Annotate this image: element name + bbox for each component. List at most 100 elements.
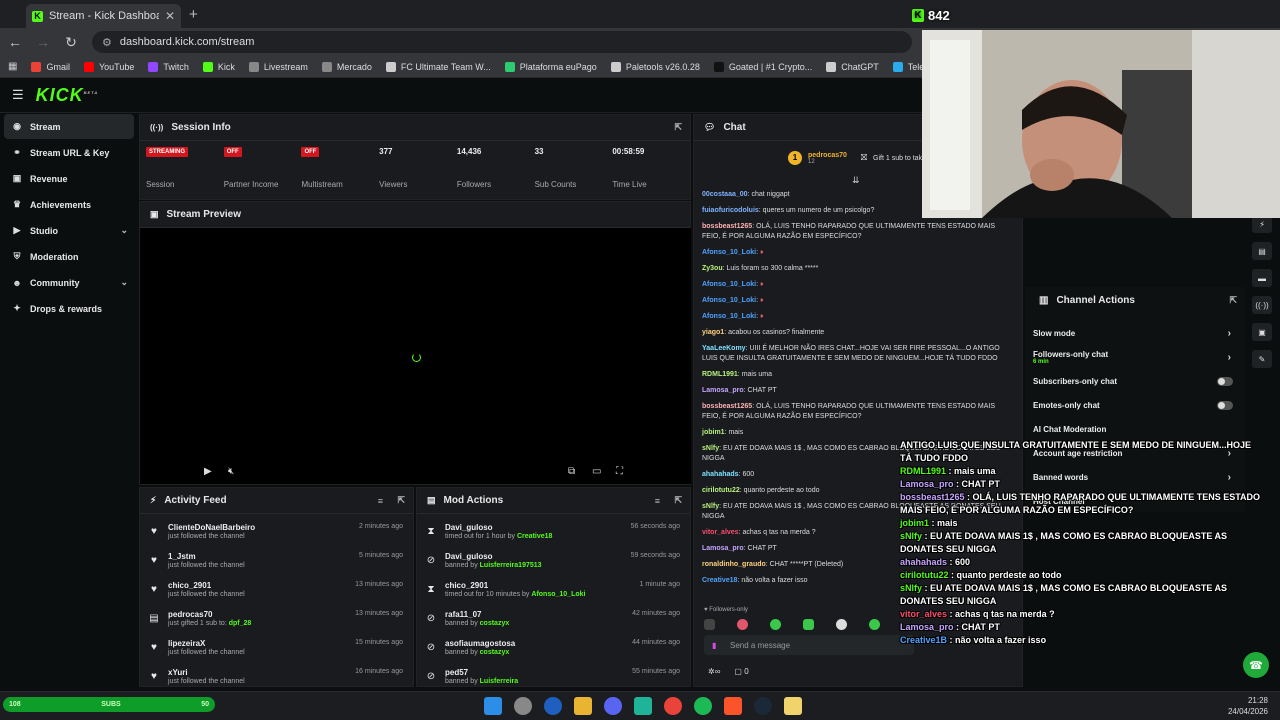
theater-icon[interactable]: ▭ (592, 466, 601, 477)
feed-username[interactable]: Davi_guloso (445, 523, 552, 532)
mic-icon[interactable]: ▮ (712, 641, 716, 650)
emote-icon[interactable] (803, 619, 814, 630)
emote-icon[interactable] (869, 619, 880, 630)
reload-icon[interactable]: ↻ (64, 34, 78, 51)
feed-username[interactable]: rafa11_07 (445, 610, 509, 619)
bookmark-item[interactable]: Paletools v26.0.28 (610, 61, 700, 72)
channel-action-followers-only-chat[interactable]: Followers-only chat 6 min › (1025, 345, 1245, 369)
toggle-switch[interactable] (1217, 400, 1233, 410)
feed-target[interactable]: Creative18 (517, 533, 552, 540)
site-info-icon[interactable]: ⚙ (102, 36, 112, 49)
mute-icon[interactable]: 🔇︎ (228, 466, 234, 477)
popout-icon[interactable]: ⇱ (674, 122, 682, 133)
popout-icon[interactable]: ⇱ (1229, 295, 1237, 306)
emote-icon[interactable] (737, 619, 748, 630)
bookmark-item[interactable]: FC Ultimate Team W... (385, 61, 491, 72)
chat-username[interactable]: bossbeast1265 (702, 223, 752, 230)
chat-username[interactable]: 00costaaa_00 (702, 191, 748, 198)
bookmark-item[interactable]: Plataforma euPago (504, 61, 597, 72)
chat-username[interactable]: Lamosa_pro (702, 387, 744, 394)
sidebar-item-stream[interactable]: ◉ Stream (4, 114, 134, 139)
bookmark-item[interactable]: Mercado (321, 61, 372, 72)
feed-username[interactable]: chico_2901 (445, 581, 585, 590)
app-icon[interactable] (784, 697, 802, 715)
bookmark-item[interactable]: Gmail (31, 61, 70, 72)
sidebar-item-achievements[interactable]: ♛ Achievements (4, 192, 134, 217)
clipboard-icon[interactable]: ▤ (1252, 242, 1272, 260)
sidebar-item-stream-url-key[interactable]: ⚭ Stream URL & Key (4, 140, 134, 165)
bookmark-item[interactable]: ChatGPT (826, 61, 879, 72)
chat-username[interactable]: bossbeast1265 (702, 403, 752, 410)
feed-target[interactable]: costazyx (480, 620, 510, 627)
video-player[interactable]: ▶ 🔇︎ ⧉ ▭ ⛶ (140, 228, 691, 484)
chevron-down-icon[interactable]: ⌄ (120, 225, 128, 236)
chat-username[interactable]: cirilotutu22 (702, 487, 740, 494)
sidebar-item-revenue[interactable]: ▣ Revenue (4, 166, 134, 191)
apps-icon[interactable]: ▦ (8, 61, 17, 72)
bookmark-item[interactable]: Goated | #1 Crypto... (713, 61, 812, 72)
chat-username[interactable]: ronaldinho_graudo (702, 561, 766, 568)
feed-target[interactable]: costazyx (480, 649, 510, 656)
windows-start-icon[interactable] (484, 697, 502, 715)
wrench-icon[interactable]: ✎ (1252, 350, 1272, 368)
chat-username[interactable]: fuiaofuricodoluis (702, 207, 759, 214)
chat-username[interactable]: vitor_alves (702, 529, 739, 536)
discord-icon[interactable] (604, 697, 622, 715)
back-icon[interactable]: ← (8, 34, 22, 50)
new-tab-icon[interactable]: + (189, 6, 198, 23)
bookmark-item[interactable]: Twitch (148, 61, 189, 72)
bookmark-item[interactable]: Livestream (248, 61, 308, 72)
feed-target[interactable]: Luisferreira (480, 678, 519, 685)
emote-icon[interactable] (836, 619, 847, 630)
chat-username[interactable]: RDML1991 (702, 371, 738, 378)
popout-icon[interactable]: ⇱ (674, 495, 682, 506)
app-icon[interactable] (514, 697, 532, 715)
app-icon[interactable] (544, 697, 562, 715)
browser-tab[interactable]: K Stream - Kick Dashboard ✕ (26, 4, 181, 28)
channel-action-ai-chat-moderation[interactable]: AI Chat Moderation (1025, 417, 1245, 441)
chevron-down-icon[interactable]: ⌄ (120, 277, 128, 288)
close-tab-icon[interactable]: ✕ (165, 9, 175, 23)
chat-input[interactable]: ▮ Send a message (704, 635, 914, 655)
scroll-down-icon[interactable]: ⇊ (852, 175, 860, 186)
feed-username[interactable]: ped57 (445, 668, 518, 677)
feed-username[interactable]: xYuri (168, 668, 245, 677)
pinned-gift[interactable]: 1 pedrocas70 12 ⛝ Gift 1 sub to take 2 (788, 151, 932, 165)
chat-username[interactable]: YaaLeeKomy (702, 345, 746, 352)
chat-icon[interactable]: ▬ (1252, 269, 1272, 287)
system-tray[interactable]: 21:28 24/04/2026 (1228, 695, 1268, 717)
app-icon[interactable] (634, 697, 652, 715)
sidebar-item-studio[interactable]: ▶ Studio ⌄ (4, 218, 134, 243)
bookmark-item[interactable]: Kick (202, 61, 235, 72)
feed-username[interactable]: chico_2901 (168, 581, 245, 590)
bookmark-item[interactable]: YouTube (83, 61, 134, 72)
emote-icon[interactable] (704, 619, 715, 630)
chat-username[interactable]: Lamosa_pro (702, 545, 744, 552)
settings-icon[interactable]: ✲∞ (708, 667, 720, 676)
chevron-right-icon[interactable]: › (1228, 352, 1231, 363)
channel-action-subscribers-only-chat[interactable]: Subscribers-only chat (1025, 369, 1245, 393)
chat-username[interactable]: Afonso_10_Loki (702, 281, 756, 288)
chat-username[interactable]: ahahahads (702, 471, 739, 478)
chat-username[interactable]: sNlfy (702, 445, 719, 452)
brave-icon[interactable] (724, 697, 742, 715)
feed-username[interactable]: pedrocas70 (168, 610, 251, 619)
chat-fab-button[interactable]: ☎ (1243, 652, 1269, 678)
forward-icon[interactable]: → (36, 34, 50, 50)
chat-username[interactable]: Afonso_10_Loki (702, 249, 756, 256)
chat-username[interactable]: jobim1 (702, 429, 725, 436)
feed-username[interactable]: 1_Jstm (168, 552, 245, 561)
chat-username[interactable]: Creative18 (702, 577, 737, 584)
feed-username[interactable]: lipezeiraX (168, 639, 245, 648)
feed-username[interactable]: Davi_guloso (445, 552, 542, 561)
feed-target[interactable]: dpf_28 (229, 620, 252, 627)
play-icon[interactable]: ▶ (204, 466, 212, 477)
chat-username[interactable]: yiago1 (702, 329, 724, 336)
menu-icon[interactable]: ☰ (12, 87, 24, 103)
feed-username[interactable]: ClienteDoNaelBarbeiro (168, 523, 255, 532)
feed-target[interactable]: Luisferreira197513 (480, 562, 542, 569)
chat-username[interactable]: Afonso_10_Loki (702, 297, 756, 304)
feed-username[interactable]: asofiaumagostosa (445, 639, 515, 648)
chat-username[interactable]: Zy3ou (702, 265, 723, 272)
note-icon[interactable]: ▣ (1252, 323, 1272, 341)
